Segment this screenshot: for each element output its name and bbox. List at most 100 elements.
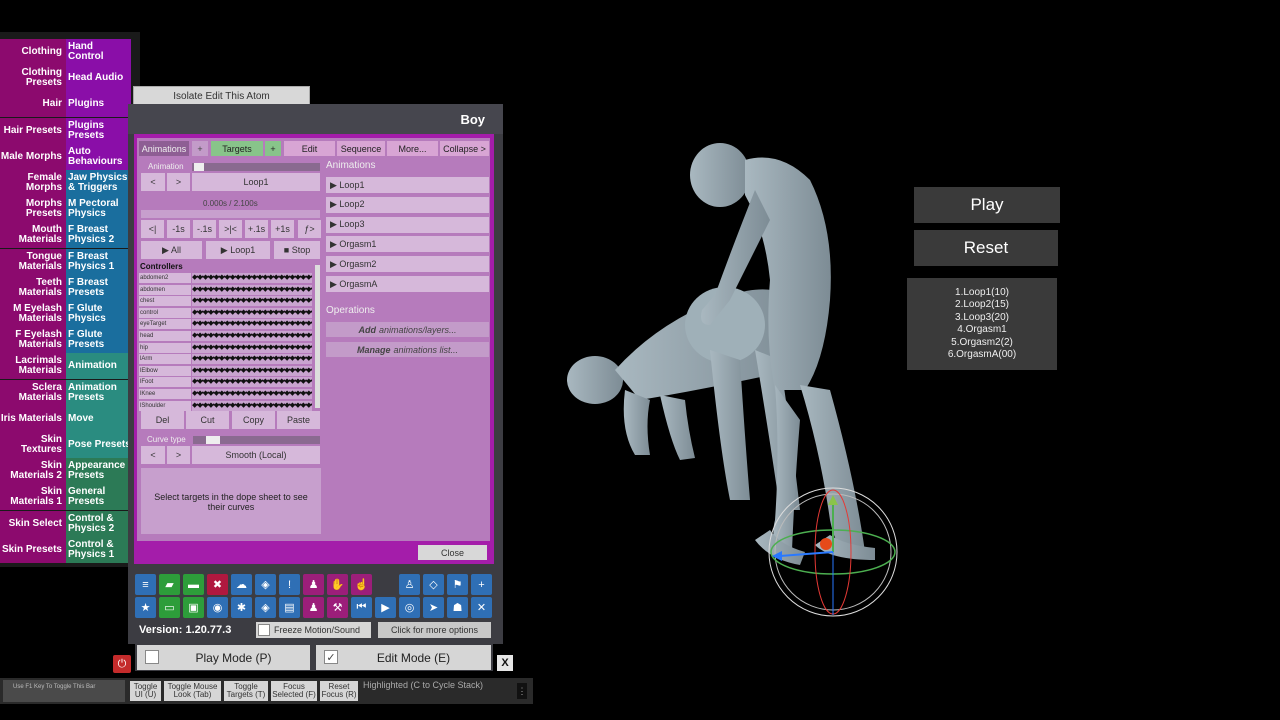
delete-icon[interactable]: ✖ (207, 574, 228, 595)
category-item[interactable]: Plugins (66, 91, 131, 118)
controller-row[interactable]: hip ◆•◆•◆•◆•◆•◆•◆•◆•◆•◆•◆•◆•◆•◆•◆•◆•◆•◆•◆… (139, 342, 317, 354)
category-item[interactable]: Skin Materials 1 (0, 484, 66, 511)
tab-add-target[interactable]: + (265, 141, 281, 156)
time-step-button[interactable]: ƒ> (298, 220, 321, 238)
controller-row[interactable]: chest ◆•◆•◆•◆•◆•◆•◆•◆•◆•◆•◆•◆•◆•◆•◆•◆•◆•◆… (139, 296, 317, 307)
category-item[interactable]: Teeth Materials (0, 274, 66, 301)
category-item[interactable]: F Glute Presets (66, 327, 131, 354)
stop-button[interactable]: ■ Stop (274, 241, 320, 259)
plus-icon[interactable]: + (471, 574, 492, 595)
keyframe-track[interactable]: ◆•◆•◆•◆•◆•◆•◆•◆•◆•◆•◆•◆•◆•◆•◆•◆•◆•◆•◆•◆•… (192, 319, 312, 330)
controller-name[interactable]: head (139, 331, 191, 341)
star-icon[interactable]: ★ (135, 597, 156, 618)
category-item[interactable]: Morphs Presets (0, 196, 66, 223)
isolate-edit-atom-button[interactable]: Isolate Edit This Atom (133, 86, 310, 106)
category-item[interactable]: Appearance Presets (66, 458, 131, 485)
loop-list-item[interactable]: 1.Loop1(10) (907, 287, 1057, 299)
paste-keyframe-button[interactable]: Paste (277, 411, 320, 429)
folder-icon[interactable]: ▬ (183, 574, 204, 595)
category-item[interactable]: Mouth Materials (0, 222, 66, 249)
play-icon[interactable]: ▶ (375, 597, 396, 618)
controller-row[interactable]: control ◆•◆•◆•◆•◆•◆•◆•◆•◆•◆•◆•◆•◆•◆•◆•◆•◆… (139, 307, 317, 319)
controller-name[interactable]: abdomen2 (139, 273, 191, 283)
loop-list-item[interactable]: 6.OrgasmA(00) (907, 349, 1057, 361)
tools-icon[interactable]: ✕ (471, 597, 492, 618)
category-item[interactable]: Pose Presets (66, 432, 131, 458)
play-all-button[interactable]: ▶ All (141, 241, 202, 259)
cursor-icon[interactable]: ➤ (423, 597, 444, 618)
category-item[interactable]: F Breast Presets (66, 274, 131, 301)
edit-mode-button[interactable]: Edit Mode (E) (316, 645, 491, 670)
controller-name[interactable]: lShoulder (139, 400, 191, 411)
female-figure[interactable] (567, 287, 800, 510)
controller-name[interactable]: lArm (139, 354, 191, 365)
close-x-button[interactable]: X (497, 655, 513, 671)
category-item[interactable]: Skin Select (0, 510, 66, 537)
curve-type-select[interactable]: Smooth (Local) (192, 446, 320, 464)
category-item[interactable]: Female Morphs (0, 170, 66, 196)
network-icon[interactable]: ✱ (231, 597, 252, 618)
toggle-ui-button[interactable]: Toggle UI (U) (130, 681, 161, 701)
scene-play-button[interactable]: Play (914, 187, 1060, 223)
controller-row[interactable]: lShoulder ◆•◆•◆•◆•◆•◆•◆•◆•◆•◆•◆•◆•◆•◆•◆•◆… (139, 400, 317, 412)
time-step-button[interactable]: +.1s (245, 220, 268, 238)
category-item[interactable]: Auto Behaviours (66, 143, 131, 170)
category-item[interactable]: Animation Presets (66, 379, 131, 406)
document-icon[interactable]: ▤ (279, 597, 300, 618)
next-animation-button[interactable]: > (167, 173, 190, 191)
controller-row[interactable]: abdomen2 ◆•◆•◆•◆•◆•◆•◆•◆•◆•◆•◆•◆•◆•◆•◆•◆•… (139, 273, 317, 284)
hammer-icon[interactable]: ⚒ (327, 597, 348, 618)
time-step-button[interactable]: -1s (167, 220, 190, 238)
keyframe-track[interactable]: ◆•◆•◆•◆•◆•◆•◆•◆•◆•◆•◆•◆•◆•◆•◆•◆•◆•◆•◆•◆•… (192, 377, 312, 388)
package-icon[interactable]: ◈ (255, 574, 276, 595)
keyframe-track[interactable]: ◆•◆•◆•◆•◆•◆•◆•◆•◆•◆•◆•◆•◆•◆•◆•◆•◆•◆•◆•◆•… (192, 400, 312, 411)
category-item[interactable]: Hand Control (66, 39, 131, 65)
category-item[interactable]: M Pectoral Physics (66, 196, 131, 223)
person-icon[interactable]: ♙ (399, 574, 420, 595)
manage-animations-button[interactable]: Manage animations list... (326, 342, 489, 357)
curve-type-slider-knob[interactable] (206, 436, 220, 444)
category-item[interactable]: Control & Physics 2 (66, 510, 131, 537)
cube-icon[interactable]: ◇ (423, 574, 444, 595)
screenshot-icon[interactable]: ▣ (183, 597, 204, 618)
keyframe-track[interactable]: ◆•◆•◆•◆•◆•◆•◆•◆•◆•◆•◆•◆•◆•◆•◆•◆•◆•◆•◆•◆•… (192, 284, 312, 295)
time-scrubber[interactable] (141, 210, 320, 218)
freeze-checkbox[interactable] (258, 624, 270, 636)
controller-name[interactable]: lKnee (139, 389, 191, 399)
controller-row[interactable]: lElbow ◆•◆•◆•◆•◆•◆•◆•◆•◆•◆•◆•◆•◆•◆•◆•◆•◆•… (139, 365, 317, 377)
hand-icon[interactable]: ✋ (327, 574, 348, 595)
animation-list-item[interactable]: ▶ OrgasmA (326, 276, 489, 292)
focus-selected-button[interactable]: Focus Selected (F) (271, 681, 317, 701)
keyframe-track[interactable]: ◆•◆•◆•◆•◆•◆•◆•◆•◆•◆•◆•◆•◆•◆•◆•◆•◆•◆•◆•◆•… (192, 273, 312, 283)
edit-mode-checkbox[interactable]: ✓ (324, 650, 338, 664)
tab-add-animation[interactable]: + (192, 141, 208, 156)
open-scene-icon[interactable]: ▰ (159, 574, 180, 595)
grip-icon[interactable]: ⋮ (517, 683, 527, 699)
controller-name[interactable]: chest (139, 296, 191, 307)
category-item[interactable]: Iris Materials (0, 405, 66, 432)
animation-slider-knob[interactable] (194, 163, 204, 171)
cloud-download-icon[interactable]: ☁ (231, 574, 252, 595)
category-item[interactable]: Head Audio (66, 65, 131, 92)
category-item[interactable]: F Glute Physics (66, 301, 131, 327)
keyframe-track[interactable]: ◆•◆•◆•◆•◆•◆•◆•◆•◆•◆•◆•◆•◆•◆•◆•◆•◆•◆•◆•◆•… (192, 331, 312, 341)
dope-sheet-scrollbar[interactable] (315, 265, 320, 408)
controller-name[interactable]: eyeTarget (139, 319, 191, 330)
toggle-mouse-look-button[interactable]: Toggle Mouse Look (Tab) (164, 681, 221, 701)
controller-row[interactable]: lFoot ◆•◆•◆•◆•◆•◆•◆•◆•◆•◆•◆•◆•◆•◆•◆•◆•◆•◆… (139, 377, 317, 388)
category-item[interactable]: Clothing Presets (0, 65, 66, 92)
loop-list-item[interactable]: 5.Orgasm2(2) (907, 337, 1057, 349)
controller-name[interactable]: lFoot (139, 377, 191, 388)
animation-list-item[interactable]: ▶ Orgasm2 (326, 256, 489, 273)
controller-row[interactable]: lKnee ◆•◆•◆•◆•◆•◆•◆•◆•◆•◆•◆•◆•◆•◆•◆•◆•◆•◆… (139, 389, 317, 400)
prev-curve-button[interactable]: < (141, 446, 165, 464)
loop-list-item[interactable]: 3.Loop3(20) (907, 312, 1057, 324)
copy-keyframe-button[interactable]: Copy (232, 411, 275, 429)
animation-select[interactable]: Loop1 (192, 173, 320, 191)
play-loop1-button[interactable]: ▶ Loop1 (206, 241, 270, 259)
tab-animations[interactable]: Animations (139, 141, 189, 156)
category-item[interactable]: Plugins Presets (66, 117, 131, 144)
skip-back-icon[interactable]: ⏮ (351, 597, 372, 618)
animation-slider-track[interactable] (192, 163, 320, 171)
category-item[interactable]: Tongue Materials (0, 248, 66, 275)
